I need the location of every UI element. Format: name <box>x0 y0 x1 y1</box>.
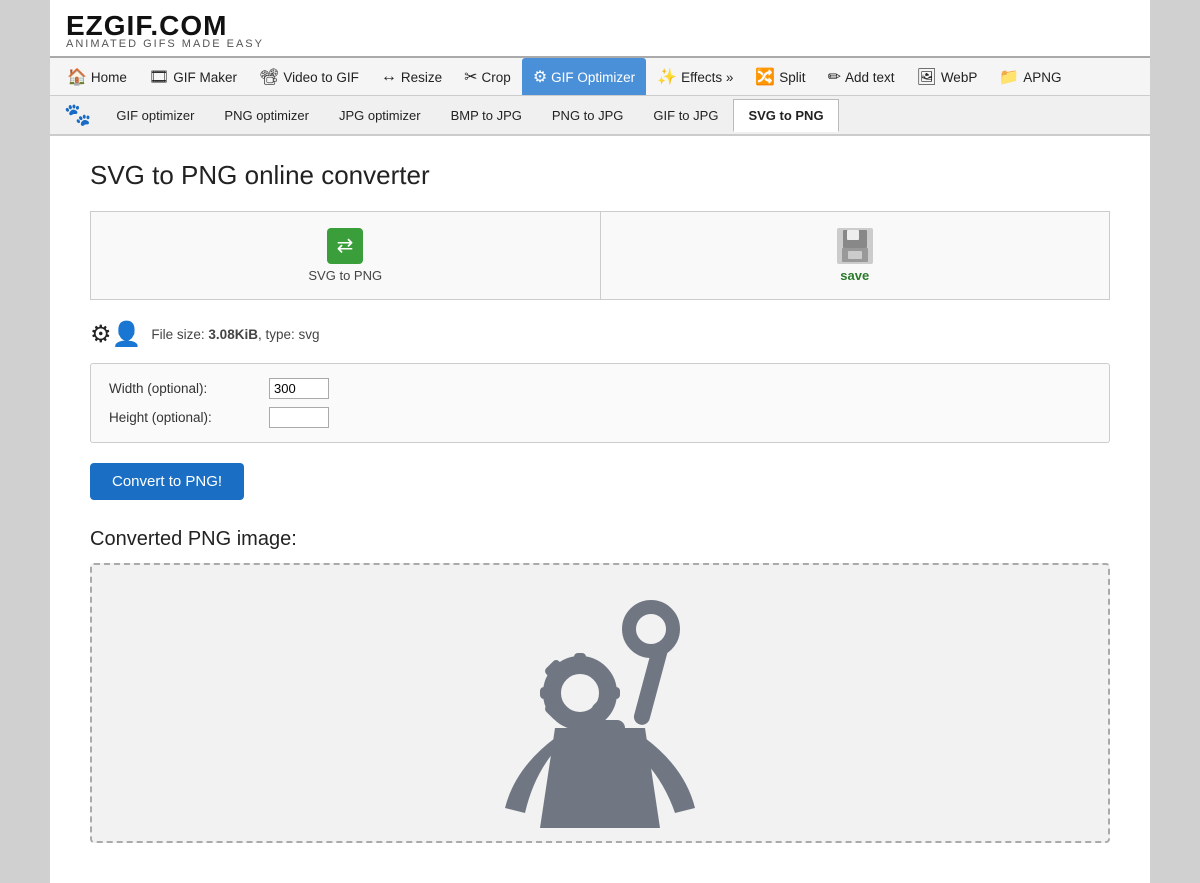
subnav-logo: 🐾 <box>54 96 101 134</box>
convert-button[interactable]: Convert to PNG! <box>90 463 244 500</box>
upload-button-label: SVG to PNG <box>308 268 382 283</box>
nav-apng[interactable]: 📁 APNG <box>988 58 1072 95</box>
subnav-gif-to-jpg[interactable]: GIF to JPG <box>638 99 733 132</box>
file-info-text: File size: 3.08KiB, type: svg <box>151 327 319 342</box>
nav-home[interactable]: 🏠 Home <box>56 58 138 95</box>
upload-area: ⇄ SVG to PNG save <box>90 211 1110 300</box>
nav-gif-optimizer[interactable]: ⚙ GIF Optimizer <box>522 58 646 95</box>
resize-icon: ↔ <box>381 68 397 86</box>
file-info-area: ⚙👤 File size: 3.08KiB, type: svg <box>90 320 1110 349</box>
height-option-row: Height (optional): <box>109 407 1091 428</box>
add-text-icon: ✏ <box>828 67 841 87</box>
nav-optimizer-label: GIF Optimizer <box>551 70 635 85</box>
subnav-bmp-to-jpg[interactable]: BMP to JPG <box>436 99 537 132</box>
nav-gif-maker[interactable]: 🎞 GIF Maker <box>138 58 248 95</box>
width-option-row: Width (optional): <box>109 378 1091 399</box>
optimizer-icon: ⚙ <box>533 67 547 87</box>
nav-webp-label: WebP <box>941 70 978 85</box>
split-icon: 🔀 <box>755 67 775 87</box>
result-image <box>440 573 760 833</box>
nav-gif-maker-label: GIF Maker <box>173 70 237 85</box>
sub-nav: 🐾 GIF optimizer PNG optimizer JPG optimi… <box>50 96 1150 136</box>
page-title: SVG to PNG online converter <box>90 160 1110 191</box>
effects-icon: ✨ <box>657 67 677 87</box>
height-label: Height (optional): <box>109 410 269 425</box>
nav-video-label: Video to GIF <box>283 70 359 85</box>
subnav-png-optimizer[interactable]: PNG optimizer <box>209 99 324 132</box>
subnav-jpg-optimizer[interactable]: JPG optimizer <box>324 99 436 132</box>
subnav-gif-optimizer[interactable]: GIF optimizer <box>101 99 209 132</box>
nav-add-text-label: Add text <box>845 70 895 85</box>
webp-icon: 🖼 <box>917 67 937 87</box>
save-button-label: save <box>840 268 869 283</box>
nav-apng-label: APNG <box>1023 70 1061 85</box>
apng-icon: 📁 <box>999 67 1019 87</box>
svg-text:⇄: ⇄ <box>337 235 354 257</box>
save-icon <box>837 228 873 264</box>
nav-resize[interactable]: ↔ Resize <box>370 58 453 95</box>
nav-effects[interactable]: ✨ Effects » <box>646 58 744 95</box>
nav-home-label: Home <box>91 70 127 85</box>
nav-add-text[interactable]: ✏ Add text <box>817 58 906 95</box>
nav-crop[interactable]: ✂ Crop <box>453 58 522 95</box>
width-input[interactable] <box>269 378 329 399</box>
video-icon: 📽 <box>259 67 279 87</box>
nav-split[interactable]: 🔀 Split <box>744 58 816 95</box>
nav-webp[interactable]: 🖼 WebP <box>906 58 989 95</box>
nav-split-label: Split <box>779 70 805 85</box>
nav-effects-label: Effects » <box>681 70 733 85</box>
result-title: Converted PNG image: <box>90 528 1110 551</box>
nav-video-to-gif[interactable]: 📽 Video to GIF <box>248 58 370 95</box>
subnav-png-to-jpg[interactable]: PNG to JPG <box>537 99 639 132</box>
save-button[interactable]: save <box>601 212 1110 299</box>
subnav-svg-to-png[interactable]: SVG to PNG <box>733 99 838 132</box>
gif-maker-icon: 🎞 <box>149 67 169 87</box>
width-label: Width (optional): <box>109 381 269 396</box>
main-nav: 🏠 Home 🎞 GIF Maker 📽 Video to GIF ↔ Resi… <box>50 58 1150 96</box>
nav-crop-label: Crop <box>482 70 511 85</box>
result-image-box <box>90 563 1110 843</box>
height-input[interactable] <box>269 407 329 428</box>
svg-to-png-button[interactable]: ⇄ SVG to PNG <box>91 212 601 299</box>
file-icon: ⚙👤 <box>90 320 141 349</box>
logo-sub: ANIMATED GIFS MADE EASY <box>66 38 264 50</box>
convert-icon: ⇄ <box>327 228 363 264</box>
nav-resize-label: Resize <box>401 70 442 85</box>
crop-icon: ✂ <box>464 67 477 87</box>
main-content: SVG to PNG online converter ⇄ SVG to PNG <box>50 136 1150 883</box>
options-box: Width (optional): Height (optional): <box>90 363 1110 443</box>
home-icon: 🏠 <box>67 67 87 87</box>
logo[interactable]: EZGIF.COM ANIMATED GIFS MADE EASY <box>66 10 264 50</box>
file-size: 3.08KiB <box>208 327 258 342</box>
